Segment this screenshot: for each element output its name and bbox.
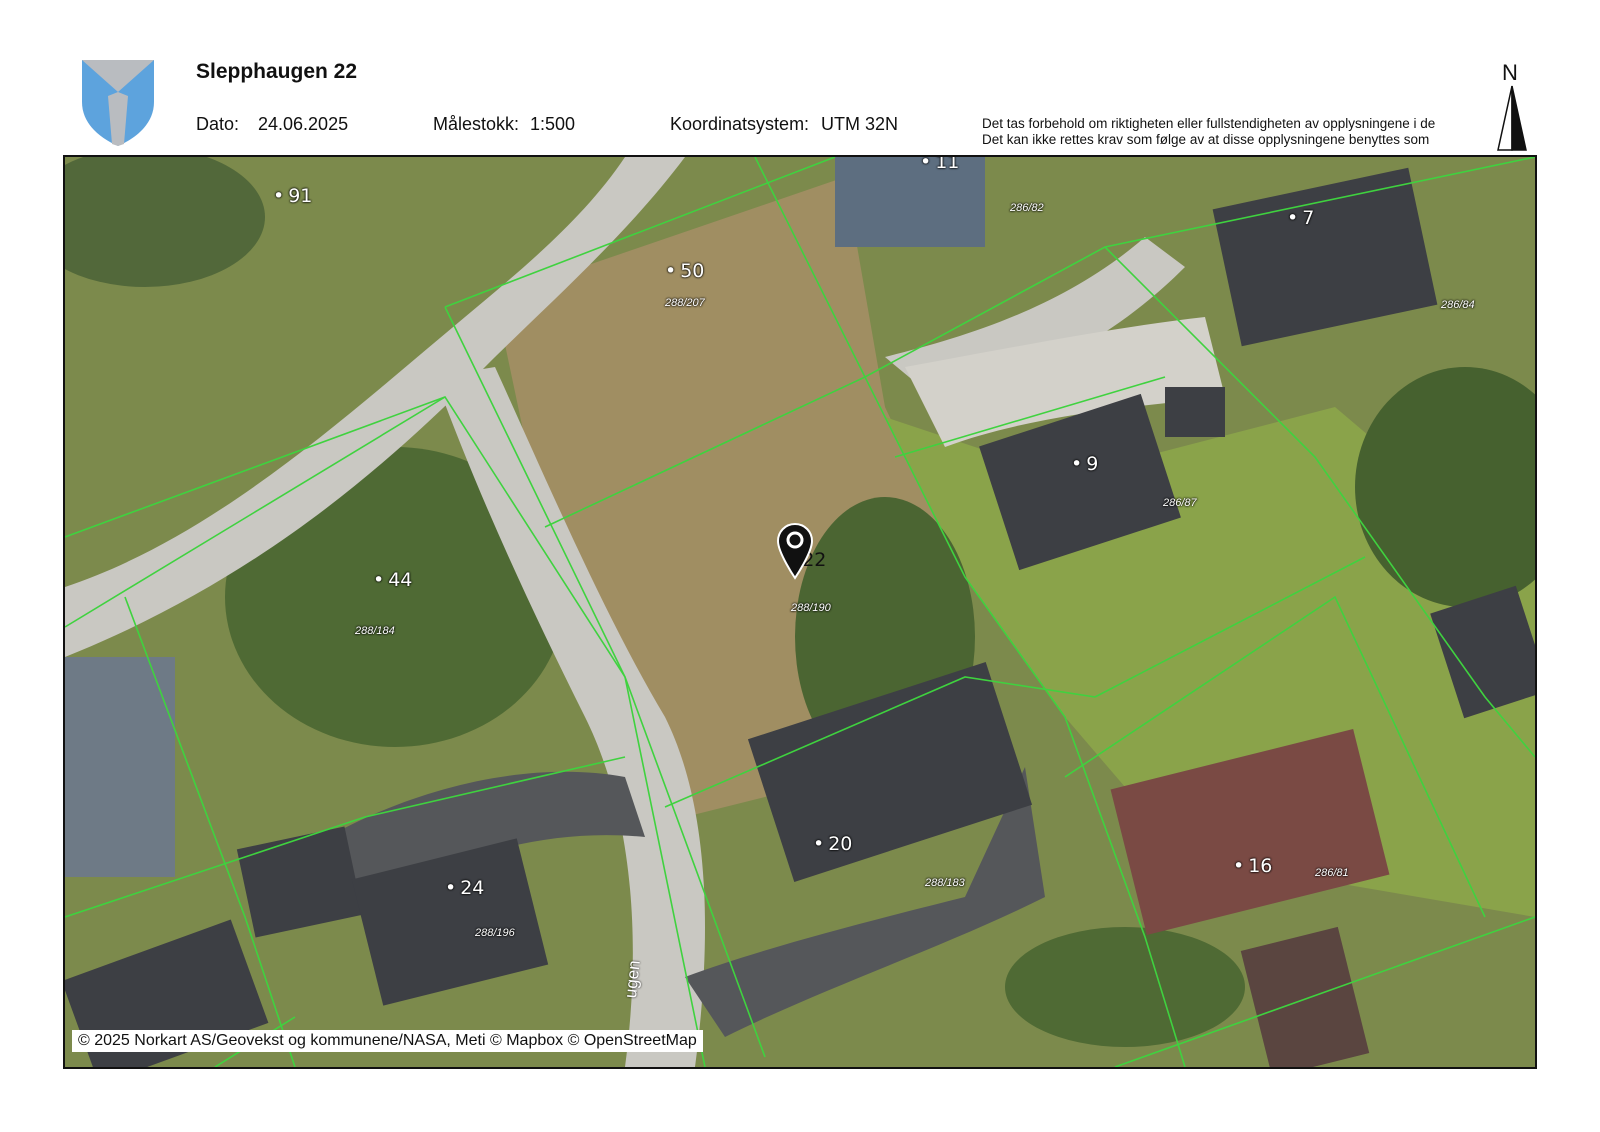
scale-label: Målestokk: xyxy=(433,114,520,134)
disclaimer-line-1: Det tas forbehold om riktigheten eller f… xyxy=(982,116,1436,131)
location-pin-icon xyxy=(776,522,814,580)
parcel-label: 288/184 xyxy=(355,625,395,637)
map-attribution: © 2025 Norkart AS/Geovekst og kommunene/… xyxy=(72,1030,703,1052)
address-label: 50 xyxy=(665,260,704,282)
disclaimer: Det tas forbehold om riktigheten eller f… xyxy=(982,116,1472,148)
parcel-label: 288/207 xyxy=(665,297,705,309)
crs-label: Koordinatsystem: xyxy=(670,114,810,134)
parcel-label: 288/196 xyxy=(475,927,515,939)
address-label: 11 xyxy=(920,157,959,173)
page-title: Slepphaugen 22 xyxy=(196,60,358,83)
scale-value: 1:500 xyxy=(530,114,576,134)
parcel-label: 286/82 xyxy=(1010,202,1044,214)
address-label: 44 xyxy=(373,569,412,591)
municipality-crest-icon xyxy=(82,60,154,146)
parcel-label: 288/183 xyxy=(925,877,965,889)
north-arrow-icon xyxy=(1497,85,1527,151)
date-label: Dato: xyxy=(196,114,240,134)
parcel-label: 286/84 xyxy=(1441,299,1475,311)
parcel-label: 288/190 xyxy=(791,602,831,614)
aerial-map[interactable]: 91 11 7 50 9 22 44 20 16 24 286/82 286/8… xyxy=(63,155,1537,1069)
address-label: 7 xyxy=(1287,207,1314,229)
date-value: 24.06.2025 xyxy=(258,114,349,134)
parcel-label: 286/81 xyxy=(1315,867,1349,879)
address-label: 16 xyxy=(1233,855,1272,877)
parcel-label: 286/87 xyxy=(1163,497,1197,509)
disclaimer-line-2: Det kan ikke rettes krav som følge av at… xyxy=(982,132,1430,147)
address-label: 91 xyxy=(273,185,312,207)
address-label: 24 xyxy=(445,877,484,899)
address-label: 9 xyxy=(1071,453,1098,475)
crs-value: UTM 32N xyxy=(821,114,899,134)
road-name-label: ugen xyxy=(621,959,644,999)
address-label: 20 xyxy=(813,833,852,855)
